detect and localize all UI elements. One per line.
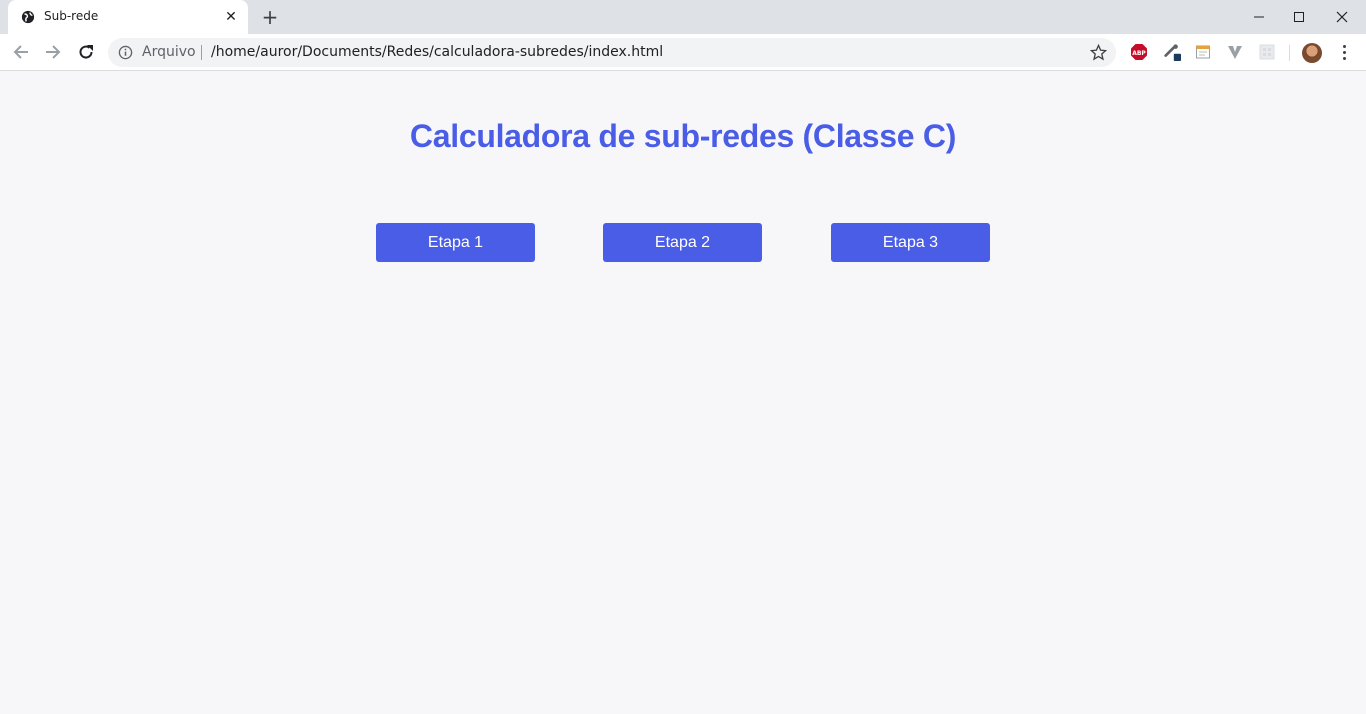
globe-icon (21, 10, 35, 24)
grid-extension-icon[interactable] (1258, 43, 1276, 61)
step-1-button[interactable]: Etapa 1 (376, 223, 535, 262)
notes-icon[interactable] (1194, 43, 1212, 61)
url-text[interactable]: /home/auror/Documents/Redes/calculadora-… (211, 44, 663, 60)
eyedropper-icon[interactable] (1163, 43, 1181, 61)
minimize-icon (1254, 16, 1264, 18)
tab-strip: Sub-rede ✕ + (0, 0, 1366, 34)
adblock-plus-icon[interactable]: ABP (1130, 43, 1148, 61)
vivaldi-v-icon[interactable] (1226, 43, 1244, 61)
forward-button[interactable] (40, 40, 66, 64)
tab-title: Sub-rede (44, 9, 99, 23)
arrow-left-icon (13, 45, 28, 59)
tab-close-icon[interactable]: ✕ (223, 9, 239, 25)
page-title: Calculadora de sub-redes (Classe C) (409, 118, 957, 154)
maximize-button[interactable] (1277, 0, 1321, 34)
toolbar-separator (1289, 45, 1290, 61)
step-3-button[interactable]: Etapa 3 (831, 223, 990, 262)
page-content: Calculadora de sub-redes (Classe C) Etap… (0, 72, 1366, 714)
browser-tab[interactable]: Sub-rede ✕ (8, 0, 248, 34)
minimize-button[interactable] (1237, 0, 1281, 34)
address-bar[interactable]: Arquivo /home/auror/Documents/Redes/calc… (108, 38, 1116, 67)
maximize-icon (1294, 12, 1304, 22)
reload-button[interactable] (73, 40, 99, 64)
browser-toolbar: Arquivo /home/auror/Documents/Redes/calc… (0, 34, 1366, 71)
step-2-button[interactable]: Etapa 2 (603, 223, 762, 262)
new-tab-button[interactable]: + (259, 6, 281, 28)
profile-avatar[interactable] (1302, 43, 1322, 63)
close-icon (1336, 11, 1348, 23)
arrow-right-icon (46, 45, 61, 59)
origin-label: Arquivo (142, 44, 196, 60)
bookmark-star-icon[interactable] (1090, 44, 1107, 61)
svg-text:ABP: ABP (1132, 50, 1146, 57)
close-window-button[interactable] (1320, 0, 1364, 34)
back-button[interactable] (8, 40, 34, 64)
omnibox-divider (201, 45, 202, 60)
reload-icon (79, 45, 93, 59)
info-icon[interactable] (118, 45, 133, 60)
browser-menu-icon[interactable] (1336, 42, 1352, 62)
